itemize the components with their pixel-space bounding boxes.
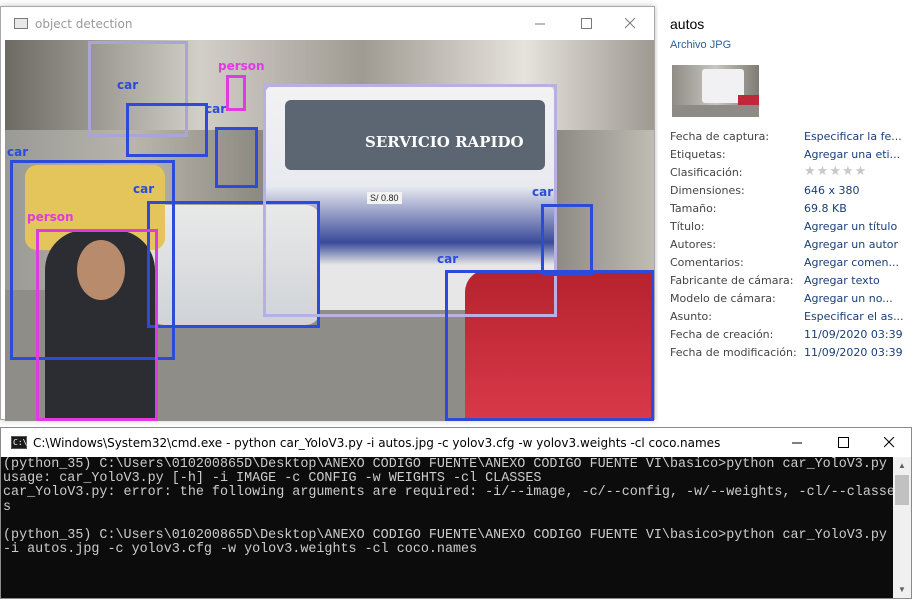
scroll-up-arrow-icon[interactable]: ▲: [893, 457, 911, 474]
prop-label: Comentarios:: [670, 256, 744, 269]
prop-label: Fecha de modificación:: [670, 346, 797, 359]
thumb-street: [672, 105, 759, 117]
prop-value[interactable]: Agregar comen...: [804, 256, 899, 269]
maximize-icon: [837, 437, 849, 448]
od-titlebar[interactable]: object detection: [1, 7, 654, 40]
prop-row-size: Tamaño: 69.8 KB: [670, 202, 918, 220]
detection-label-person: person: [27, 210, 74, 224]
prop-row-rating[interactable]: Clasificación: ★★★★★: [670, 164, 918, 184]
star-icon[interactable]: ★: [842, 164, 854, 179]
cmd-minimize-button[interactable]: [774, 428, 820, 457]
prop-label: Etiquetas:: [670, 148, 726, 161]
prop-label: Autores:: [670, 238, 717, 251]
prop-label: Fabricante de cámara:: [670, 274, 794, 287]
close-button[interactable]: [607, 7, 653, 40]
prop-label: Fecha de captura:: [670, 130, 770, 143]
prop-label: Clasificación:: [670, 166, 743, 179]
detection-label-car: car: [117, 78, 139, 92]
prop-value[interactable]: Agregar una eti...: [804, 148, 900, 161]
console-line: usage: car_YoloV3.py [-h] -i IMAGE -c CO…: [3, 471, 542, 487]
minimize-button[interactable]: [517, 7, 563, 40]
maximize-button[interactable]: [563, 7, 609, 40]
prop-row-comments[interactable]: Comentarios: Agregar comen...: [670, 256, 918, 274]
detection-box-person: [226, 75, 246, 111]
console-line: car_YoloV3.py: error: the following argu…: [3, 485, 893, 501]
object-detection-window[interactable]: object detection SERVICIO RAPIDO S/ 0.80…: [0, 6, 655, 421]
rating-stars[interactable]: ★★★★★: [804, 164, 867, 179]
detection-label-car: car: [437, 252, 459, 266]
scroll-down-arrow-icon[interactable]: ▼: [893, 581, 911, 598]
detection-box-car: [215, 127, 258, 188]
od-window-title: object detection: [35, 17, 133, 31]
prop-row-created: Fecha de creación: 11/09/2020 03:39: [670, 328, 918, 346]
console-line: (python_35) C:\Users\010200865D\Desktop\…: [3, 527, 887, 543]
file-properties-panel: autos Archivo JPG Fecha de captura: Espe…: [658, 0, 918, 420]
prop-row-authors[interactable]: Autores: Agregar un autor: [670, 238, 918, 256]
prop-label: Asunto:: [670, 310, 712, 323]
prop-value: 646 x 380: [804, 184, 860, 197]
prop-value: 11/09/2020 03:39: [804, 328, 903, 341]
prop-value[interactable]: Agregar texto: [804, 274, 880, 287]
prop-value[interactable]: Agregar un autor: [804, 238, 898, 251]
star-icon[interactable]: ★: [817, 164, 829, 179]
detection-box-car: [445, 270, 654, 421]
prop-row-tags[interactable]: Etiquetas: Agregar una eti...: [670, 148, 918, 166]
cmd-window[interactable]: C:\ C:\Windows\System32\cmd.exe - python…: [0, 427, 912, 599]
minimize-icon: [534, 23, 545, 25]
prop-row-modified: Fecha de modificación: 11/09/2020 03:39: [670, 346, 918, 364]
scrollbar-thumb[interactable]: [895, 475, 909, 505]
prop-label: Modelo de cámara:: [670, 292, 776, 305]
file-thumbnail: [672, 65, 759, 117]
prop-row-dimensions: Dimensiones: 646 x 380: [670, 184, 918, 202]
cmd-maximize-button[interactable]: [820, 428, 866, 457]
prop-value[interactable]: Agregar un título: [804, 220, 897, 233]
maximize-icon: [580, 18, 592, 29]
app-window-icon: [14, 18, 28, 29]
detection-label-car: car: [133, 182, 155, 196]
prop-value[interactable]: Especificar el as...: [804, 310, 904, 323]
detection-label-car: car: [7, 145, 29, 159]
prop-value: 69.8 KB: [804, 202, 847, 215]
prop-row-capture-date[interactable]: Fecha de captura: Especificar la fe...: [670, 130, 918, 148]
prop-value[interactable]: Agregar un no...: [804, 292, 893, 305]
vertical-scrollbar[interactable]: ▲ ▼: [893, 457, 911, 598]
detection-image: SERVICIO RAPIDO S/ 0.80 car car car car …: [5, 40, 654, 421]
file-type: Archivo JPG: [670, 39, 732, 51]
star-icon[interactable]: ★: [855, 164, 867, 179]
prop-value: 11/09/2020 03:39: [804, 346, 903, 359]
star-icon[interactable]: ★: [829, 164, 841, 179]
minimize-icon: [791, 442, 802, 444]
star-icon[interactable]: ★: [804, 164, 816, 179]
file-name: autos: [670, 16, 705, 32]
prop-row-subject[interactable]: Asunto: Especificar el as...: [670, 310, 918, 328]
prop-label: Dimensiones:: [670, 184, 745, 197]
prop-row-camera-model[interactable]: Modelo de cámara: Agregar un no...: [670, 292, 918, 310]
prop-row-camera-maker[interactable]: Fabricante de cámara: Agregar texto: [670, 274, 918, 292]
prop-label: Tamaño:: [670, 202, 717, 215]
cmd-close-button[interactable]: [866, 428, 912, 457]
cmd-app-icon: C:\: [11, 436, 28, 449]
cmd-titlebar[interactable]: C:\ C:\Windows\System32\cmd.exe - python…: [1, 428, 911, 457]
prop-label: Fecha de creación:: [670, 328, 774, 341]
detection-label-person: person: [218, 59, 265, 73]
detection-box-car: [126, 103, 208, 157]
console-line: -i autos.jpg -c yolov3.cfg -w yolov3.wei…: [3, 542, 478, 558]
console-output[interactable]: (python_35) C:\Users\010200865D\Desktop\…: [1, 457, 893, 598]
console-line: s: [3, 499, 12, 515]
cmd-window-title: C:\Windows\System32\cmd.exe - python car…: [33, 436, 721, 450]
console-line: (python_35) C:\Users\010200865D\Desktop\…: [3, 457, 887, 472]
detection-label-car: car: [532, 185, 554, 199]
detection-label-car: car: [205, 102, 227, 116]
close-icon: [883, 437, 894, 448]
detection-box-car: [541, 204, 593, 276]
prop-value[interactable]: Especificar la fe...: [804, 130, 902, 143]
prop-label: Título:: [670, 220, 705, 233]
close-icon: [624, 18, 635, 29]
detection-box-person: [36, 229, 158, 421]
prop-row-title[interactable]: Título: Agregar un título: [670, 220, 918, 238]
